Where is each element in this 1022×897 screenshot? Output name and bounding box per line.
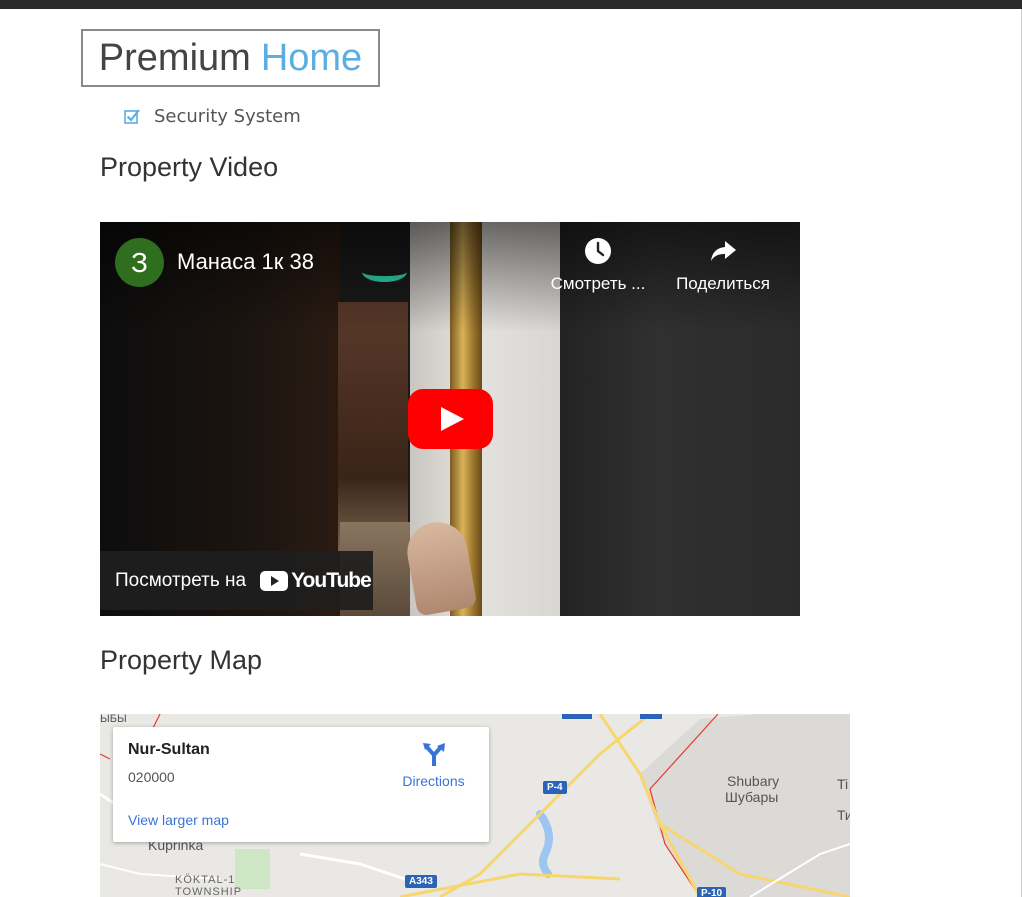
site-logo[interactable]: Premium Home [81, 29, 380, 87]
channel-avatar[interactable]: З [115, 238, 164, 287]
road-shield-a343: A343 [405, 875, 437, 888]
map-section-title: Property Map [100, 645, 263, 675]
map-label-edge-right-1: Ti [837, 776, 849, 792]
video-title-link[interactable]: Манаса 1к 38 [177, 249, 314, 275]
map-label-edge-right-2: Ти [837, 807, 850, 823]
play-button-icon[interactable] [408, 389, 493, 449]
watch-on-youtube-button[interactable]: Посмотреть на YouTube [100, 551, 373, 610]
map-label-edge-top-left: ЫБЫ [100, 714, 127, 725]
youtube-play-logo-icon [260, 570, 289, 591]
logo-text-premium: Premium [98, 36, 251, 79]
road-shield-p10: P-10 [697, 887, 727, 897]
map-label-shubary: Shubary [727, 773, 780, 789]
directions-button[interactable]: Directions [396, 741, 471, 789]
share-button[interactable]: Поделиться [668, 236, 778, 294]
browser-top-bar [0, 0, 1022, 9]
view-larger-map-link[interactable]: View larger map [128, 812, 229, 828]
youtube-wordmark: YouTube [291, 568, 372, 592]
share-label: Поделиться [676, 274, 770, 293]
directions-label: Directions [402, 773, 465, 789]
checkbox-checked-icon [124, 109, 140, 124]
road-shield-p4: P-4 [543, 781, 567, 794]
map-label-koktal-line1: KÖKTAL-1 [175, 874, 236, 886]
feature-item: Security System [124, 104, 301, 128]
youtube-logo: YouTube [260, 568, 372, 593]
watch-on-label: Посмотреть на [115, 569, 247, 591]
place-postal-code: 020000 [128, 769, 175, 785]
directions-icon [422, 743, 445, 766]
feature-label: Security System [154, 105, 301, 127]
watch-later-label: Смотреть ... [550, 274, 646, 293]
share-arrow-icon [711, 241, 736, 261]
video-section-title: Property Video [100, 152, 279, 182]
watch-later-button[interactable]: Смотреть ... [543, 236, 653, 294]
video-frame-door [338, 302, 408, 552]
logo-text-home: Home [260, 36, 363, 79]
map-place-card: Nur-Sultan 020000 View larger map Direct… [113, 727, 489, 842]
google-map-embed[interactable]: ЫБЫ Shubary Шубары Ti Ти Kuprinka KÖKTAL… [100, 714, 850, 897]
map-label-shubary-cyrillic: Шубары [725, 789, 779, 805]
clock-icon [585, 238, 611, 264]
map-label-koktal-line2: TOWNSHIP [175, 886, 243, 897]
place-name: Nur-Sultan [128, 741, 210, 758]
youtube-embed[interactable]: З Манаса 1к 38 Смотреть ... Поделиться П… [100, 222, 800, 616]
